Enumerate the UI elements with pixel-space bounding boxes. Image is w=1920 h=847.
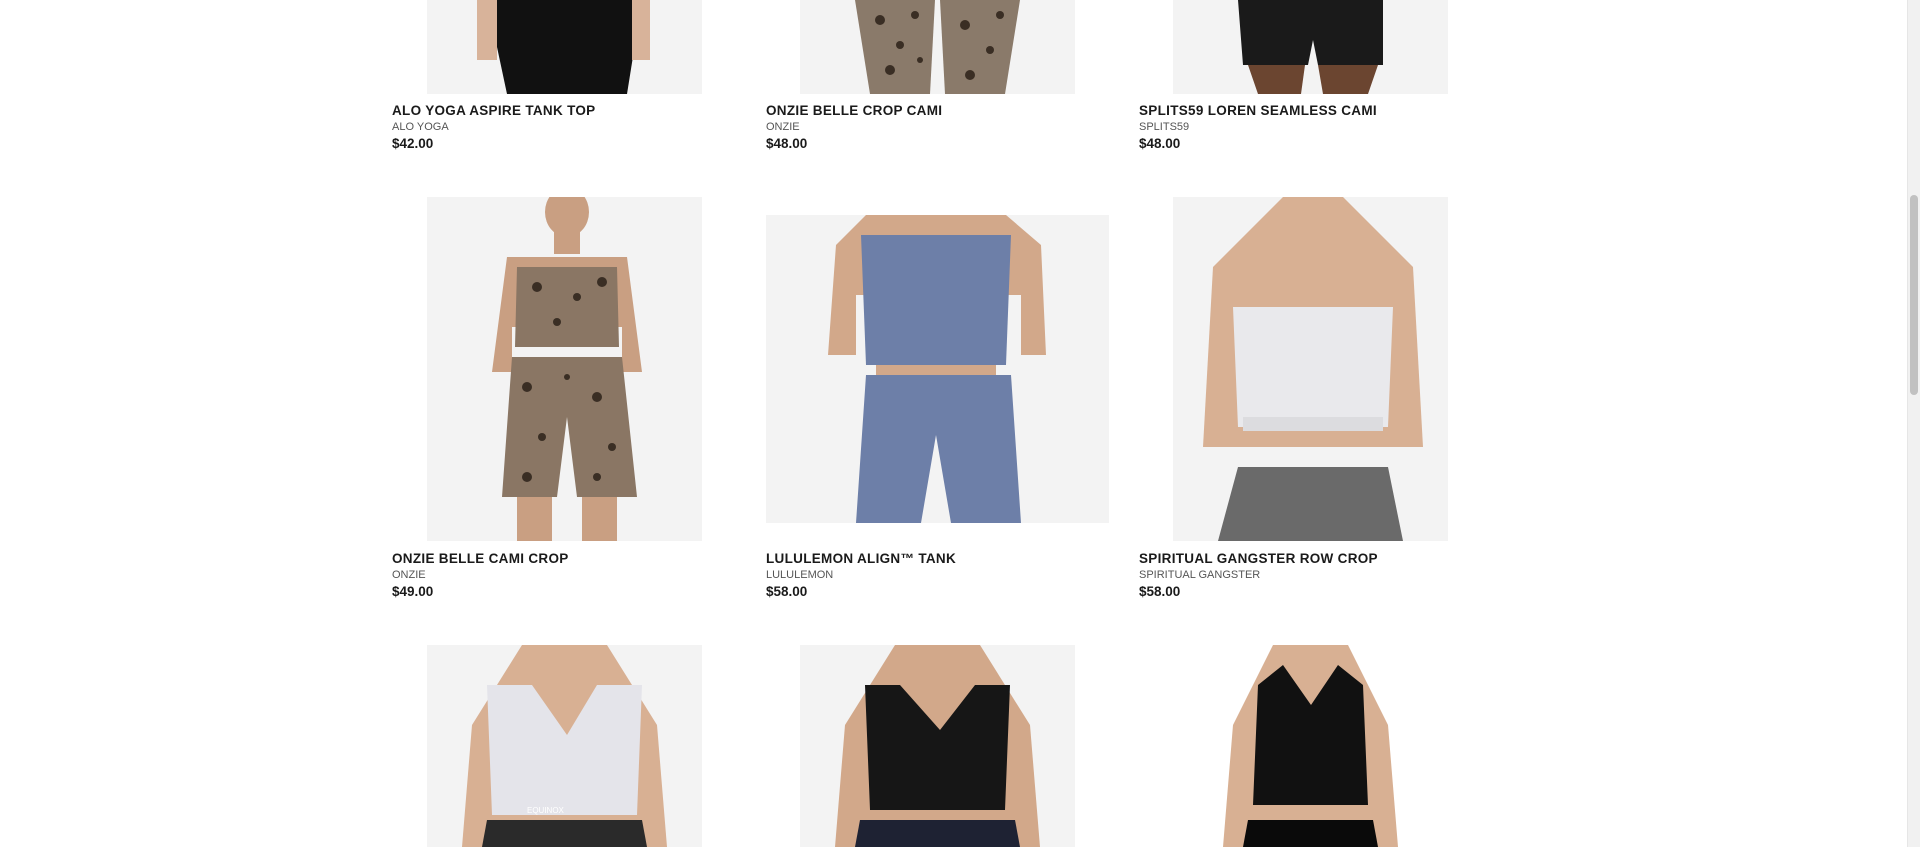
product-brand: ONZIE bbox=[766, 121, 800, 133]
product-card[interactable]: ONZIE BELLE CROP CAMI ONZIE $48.00 bbox=[766, 0, 1109, 160]
product-image[interactable] bbox=[427, 0, 702, 94]
product-brand: SPIRITUAL GANGSTER bbox=[1139, 569, 1261, 581]
product-image[interactable] bbox=[766, 215, 1109, 523]
product-card[interactable]: SPIRITUAL GANGSTER ROW CROP SPIRITUAL GA… bbox=[1139, 197, 1482, 607]
product-image[interactable] bbox=[1173, 197, 1448, 541]
product-card[interactable]: EQUINOX bbox=[392, 645, 735, 847]
scrollbar-thumb[interactable] bbox=[1910, 195, 1918, 395]
product-card[interactable] bbox=[766, 645, 1109, 847]
product-name[interactable]: ONZIE BELLE CAMI CROP bbox=[392, 551, 569, 566]
product-name[interactable]: SPLITS59 LOREN SEAMLESS CAMI bbox=[1139, 103, 1377, 118]
product-price: $42.00 bbox=[392, 136, 434, 151]
product-name[interactable]: LULULEMON ALIGN™ TANK bbox=[766, 551, 956, 566]
product-brand: ONZIE bbox=[392, 569, 426, 581]
product-card[interactable]: LULULEMON ALIGN™ TANK LULULEMON $58.00 bbox=[766, 197, 1109, 607]
product-image[interactable] bbox=[1173, 645, 1448, 847]
product-image[interactable]: EQUINOX bbox=[427, 645, 702, 847]
product-price: $58.00 bbox=[766, 584, 808, 599]
product-image[interactable] bbox=[800, 0, 1075, 94]
product-brand: ALO YOGA bbox=[392, 121, 449, 133]
product-card[interactable]: ALO YOGA ASPIRE TANK TOP ALO YOGA $42.00 bbox=[392, 0, 735, 160]
product-grid: ALO YOGA ASPIRE TANK TOP ALO YOGA $42.00… bbox=[0, 0, 1908, 847]
product-price: $48.00 bbox=[766, 136, 808, 151]
logo-text: EQUINOX bbox=[527, 806, 565, 815]
product-price: $48.00 bbox=[1139, 136, 1181, 151]
product-brand: LULULEMON bbox=[766, 569, 834, 581]
product-name[interactable]: ONZIE BELLE CROP CAMI bbox=[766, 103, 942, 118]
product-card[interactable] bbox=[1139, 645, 1482, 847]
product-card[interactable]: SPLITS59 LOREN SEAMLESS CAMI SPLITS59 $4… bbox=[1139, 0, 1482, 160]
product-name[interactable]: ALO YOGA ASPIRE TANK TOP bbox=[392, 103, 595, 118]
product-image[interactable] bbox=[800, 645, 1075, 847]
product-image[interactable] bbox=[427, 197, 702, 541]
scrollbar[interactable] bbox=[1907, 0, 1920, 847]
product-name[interactable]: SPIRITUAL GANGSTER ROW CROP bbox=[1139, 551, 1378, 566]
product-card[interactable]: ONZIE BELLE CAMI CROP ONZIE $49.00 bbox=[392, 197, 735, 607]
product-brand: SPLITS59 bbox=[1139, 121, 1190, 133]
product-price: $49.00 bbox=[392, 584, 434, 599]
product-image[interactable] bbox=[1173, 0, 1448, 94]
product-price: $58.00 bbox=[1139, 584, 1181, 599]
